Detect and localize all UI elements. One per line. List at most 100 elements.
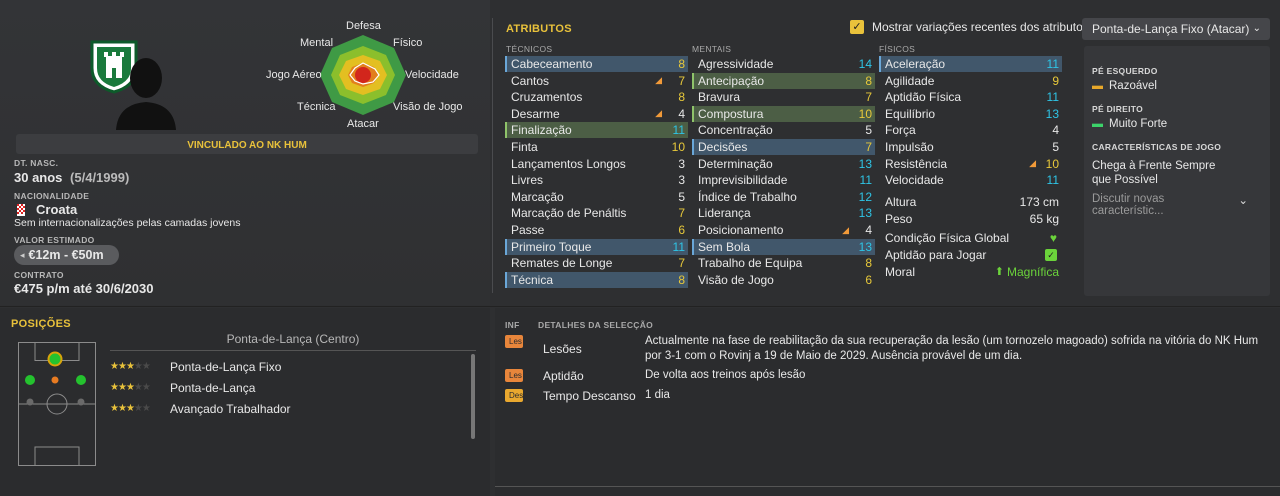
detail-tag: Les [505, 369, 523, 382]
attribute-row[interactable]: Concentração 5 [692, 122, 875, 138]
attribute-row[interactable]: Equilíbrio 13 [879, 106, 1062, 122]
attribute-value: 9 [1052, 73, 1059, 88]
mental-header: MENTAIS [692, 44, 732, 54]
attribute-name: Passe [511, 223, 545, 237]
left-foot-label: PÉ ESQUERDO [1092, 66, 1158, 76]
attributes-panel: ATRIBUTOS ✓ Mostrar variações recentes d… [495, 10, 1280, 305]
attribute-name: Cantos [511, 73, 550, 88]
attribute-value: 7 [678, 73, 685, 88]
left-foot-value: Razoável [1109, 80, 1157, 92]
chevron-down-icon: ⌄ [1252, 23, 1261, 34]
attribute-row[interactable]: Desarme ◢ 4 [505, 106, 688, 122]
attribute-row[interactable]: Finalização 11 [505, 122, 688, 139]
match-fitness-label: Aptidão para Jogar [885, 247, 987, 262]
attribute-value: 8 [678, 90, 685, 105]
attribute-row[interactable]: Livres 3 [505, 172, 688, 188]
radar-label-mental: Mental [300, 37, 334, 49]
role-row[interactable]: ★★★★★ Avançado Trabalhador [110, 398, 466, 419]
attribute-name: Impulsão [885, 140, 934, 154]
chevron-down-icon: ⌄ [1238, 195, 1248, 207]
attribute-row[interactable]: Lançamentos Longos 3 [505, 156, 688, 172]
role-row[interactable]: ★★★★★ Ponta-de-Lança [110, 377, 466, 398]
age: 30 anos [14, 170, 63, 185]
attribute-row[interactable]: Aptidão Física 11 [879, 89, 1062, 105]
technical-header: TÉCNICOS [506, 44, 553, 54]
attribute-value: 12 [858, 189, 872, 204]
role-row[interactable]: ★★★★★ Ponta-de-Lança Fixo [110, 356, 466, 377]
attribute-value: 4 [1052, 123, 1059, 138]
feet-traits-box: PÉ ESQUERDO ▬ Razoável PÉ DIREITO ▬ Muito … [1084, 46, 1270, 296]
recent-changes-label[interactable]: Mostrar variações recentes dos atributos [872, 20, 1089, 34]
attribute-row[interactable]: Determinação 13 [692, 156, 875, 172]
panel-divider [492, 18, 493, 293]
role-name: Ponta-de-Lança [170, 380, 256, 395]
attribute-row[interactable]: Cruzamentos 8 [505, 89, 688, 105]
roles-scrollbar[interactable] [471, 354, 475, 439]
attribute-name: Finalização [511, 123, 572, 138]
estimated-value: €12m - €50m [28, 248, 104, 262]
attribute-row[interactable]: Resistência ◢ 10 [879, 156, 1062, 172]
attribute-row[interactable]: Remates de Longe 7 [505, 255, 688, 271]
attribute-row[interactable]: Marcação de Penáltis 7 [505, 205, 688, 221]
player-overview-panel: Defesa Físico Velocidade Visão de Jogo A… [0, 0, 490, 305]
attribute-row[interactable]: Decisões 7 [692, 139, 875, 155]
attribute-value: 13 [858, 206, 872, 221]
player-trait: Chega à Frente Sempre que Possível [1092, 160, 1216, 186]
heart-icon: ♥ [1049, 230, 1057, 245]
radar-label-tecnica: Técnica [297, 101, 336, 113]
star-rating-icon: ★★★★★ [110, 403, 151, 414]
attribute-row[interactable]: Bravura 7 [692, 89, 875, 105]
attribute-name: Velocidade [885, 173, 944, 188]
attribute-value: 8 [865, 256, 872, 271]
attribute-value: 11 [1046, 90, 1059, 105]
role-select[interactable]: Ponta-de-Lança Fixo (Atacar) ⌄ [1082, 18, 1270, 40]
attribute-value: 7 [865, 140, 872, 154]
detail-label: Aptidão [543, 369, 584, 383]
attribute-row[interactable]: Velocidade 11 [879, 172, 1062, 188]
attribute-row[interactable]: Passe 6 [505, 222, 688, 238]
attribute-row[interactable]: Força 4 [879, 122, 1062, 138]
attribute-row[interactable]: Técnica 8 [505, 271, 688, 288]
attribute-name: Bravura [698, 90, 741, 105]
attribute-name: Compostura [698, 106, 764, 121]
attribute-name: Visão de Jogo [698, 272, 774, 287]
attribute-value: 6 [678, 223, 685, 237]
attribute-row[interactable]: Primeiro Toque 11 [505, 238, 688, 255]
attribute-row[interactable]: Finta 10 [505, 139, 688, 155]
nation[interactable]: Croata [36, 202, 77, 217]
attribute-row[interactable]: Cantos ◢ 7 [505, 73, 688, 89]
attribute-row[interactable]: Sem Bola 13 [692, 238, 875, 255]
attribute-row[interactable]: Trabalho de Equipa 8 [692, 255, 875, 271]
details-header: DETALHES DA SELECÇÃO [538, 320, 654, 330]
right-boot-icon: ▬ [1092, 118, 1103, 130]
attribute-value: 5 [1052, 140, 1059, 154]
attribute-row[interactable]: Liderança 13 [692, 205, 875, 221]
attribute-name: Técnica [511, 272, 554, 287]
attribute-row[interactable]: Posicionamento ◢ 4 [692, 222, 875, 238]
attribute-row[interactable]: Aceleração 11 [879, 56, 1062, 72]
player-avatar-silhouette [116, 58, 176, 130]
attribute-value: 8 [865, 73, 872, 88]
discuss-traits-dropdown[interactable]: Discutir novas característic... ⌄ [1092, 193, 1262, 217]
attribute-row[interactable]: Compostura 10 [692, 105, 875, 122]
attribute-name: Decisões [698, 140, 748, 154]
bottom-line [495, 486, 1280, 487]
attribute-row[interactable]: Cabeceamento 8 [505, 56, 688, 72]
attribute-name: Aptidão Física [885, 90, 962, 105]
attribute-row[interactable]: Índice de Trabalho 12 [692, 189, 875, 205]
attribute-value: 11 [859, 173, 872, 188]
attribute-row[interactable]: Marcação 5 [505, 189, 688, 205]
attribute-row[interactable]: Impulsão 5 [879, 139, 1062, 155]
attribute-name: Marcação [511, 189, 564, 204]
attribute-row[interactable]: Agilidade 9 [879, 73, 1062, 89]
radar-label-visao: Visão de Jogo [393, 101, 463, 113]
check-icon: ✓ [1045, 248, 1057, 261]
attribute-name: Força [885, 123, 916, 138]
croatia-flag-icon [17, 203, 25, 216]
attribute-row[interactable]: Visão de Jogo 6 [692, 272, 875, 288]
attribute-row[interactable]: Antecipação 8 [692, 72, 875, 89]
roles-list: ★★★★★ Ponta-de-Lança Fixo ★★★★★ Ponta-de-La… [110, 356, 466, 419]
recent-changes-checkbox[interactable]: ✓ [850, 20, 864, 34]
attribute-row[interactable]: Agressividade 14 [692, 56, 875, 72]
attribute-row[interactable]: Imprevisibilidade 11 [692, 172, 875, 188]
